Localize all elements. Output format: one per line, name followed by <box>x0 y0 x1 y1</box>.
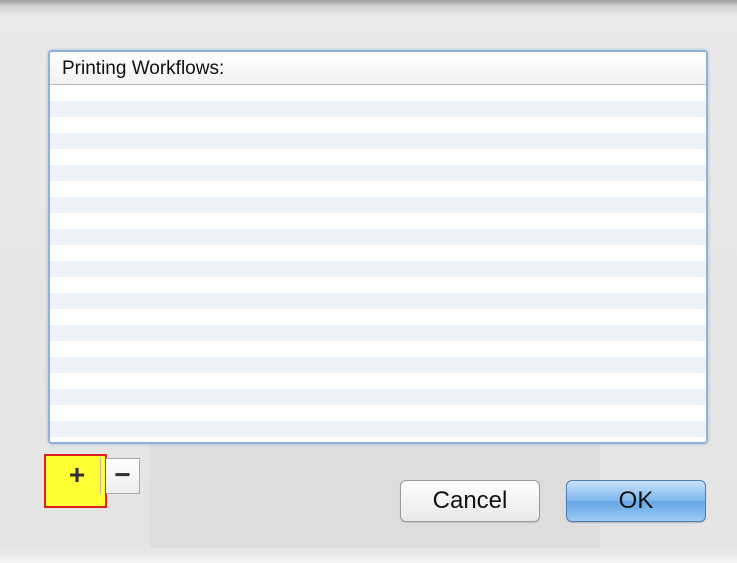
dialog-bottom-edge <box>0 548 737 563</box>
list-header: Printing Workflows: <box>50 52 706 85</box>
cancel-button[interactable]: Cancel <box>400 480 540 522</box>
printing-workflows-list[interactable]: Printing Workflows: <box>48 50 708 444</box>
ok-button[interactable]: OK <box>566 480 706 522</box>
add-workflow-button[interactable]: + <box>54 458 101 494</box>
printing-workflows-dialog: Printing Workflows: + − Cancel OK <box>0 0 737 563</box>
list-rows[interactable] <box>50 85 706 442</box>
dialog-top-edge <box>0 0 737 14</box>
remove-workflow-button[interactable]: − <box>106 458 140 494</box>
